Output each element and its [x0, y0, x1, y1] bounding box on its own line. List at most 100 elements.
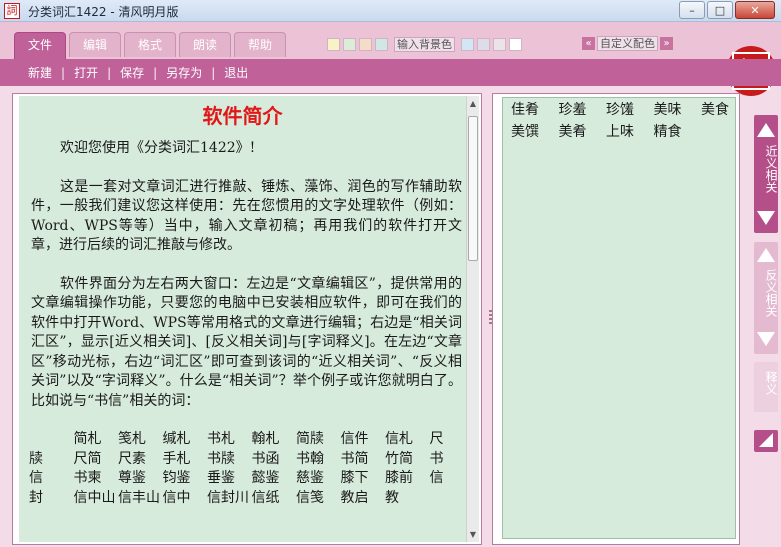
related-word[interactable]: 美馔	[511, 121, 559, 143]
definition-tab[interactable]: 释义	[754, 362, 778, 412]
related-word[interactable]: 佳肴	[511, 99, 559, 121]
word-cell: 缄札	[162, 431, 191, 447]
custom-color-button[interactable]: 自定义配色	[597, 36, 658, 51]
word-cell: 信	[429, 470, 444, 486]
ribbon: 文件 编辑 格式 朗读 帮助 输入背景色 « 自定义配色 » 詞	[0, 22, 781, 96]
app-icon[interactable]: 詞	[4, 3, 20, 19]
menu-separator: |	[153, 65, 158, 80]
related-words-list: 佳肴 珍羞 珍馐 美味 美食 美馔 美肴 上味 精食	[503, 98, 735, 143]
color-swatch[interactable]	[359, 38, 372, 51]
window-title: 分类词汇1422 - 清风明月版	[28, 5, 179, 19]
close-button[interactable]: ✕	[735, 1, 775, 19]
word-cell: 尊鉴	[118, 470, 146, 486]
file-menu-bar: 新建 | 打开 | 保存 | 另存为 | 退出	[0, 59, 781, 86]
scrollbar-thumb[interactable]	[468, 116, 478, 261]
paragraph-intro: 这是一套对文章词汇进行推敲、锤炼、藻饰、润色的写作辅助软件，一般我们建议您这样使…	[31, 178, 462, 254]
word-cell: 信丰山	[118, 489, 160, 506]
synonym-down-icon[interactable]	[757, 211, 775, 225]
minimize-button[interactable]: –	[679, 1, 705, 19]
custom-color-next-button[interactable]: »	[660, 37, 673, 50]
related-word-grid: 简札 笺札 缄札 书札 翰札 简牍 信件 信札 尺 牍 尺简 尺素 手札 书牍 …	[19, 430, 466, 508]
word-cell: 钧鉴	[162, 470, 191, 486]
related-word[interactable]: 上味	[606, 121, 654, 143]
article-editor[interactable]: 软件简介 欢迎您使用《分类词汇1422》! 这是一套对文章词汇进行推敲、锤炼、藻…	[19, 96, 466, 542]
document-title: 软件简介	[202, 104, 283, 128]
corner-arrow-icon	[759, 433, 773, 447]
related-word[interactable]: 珍羞	[559, 99, 607, 121]
word-cell: 信中山	[73, 489, 116, 506]
related-word[interactable]: 珍馐	[606, 99, 654, 121]
related-words-panel: 佳肴 珍羞 珍馐 美味 美食 美馔 美肴 上味 精食	[492, 93, 740, 545]
input-background-color-button[interactable]: 输入背景色	[394, 37, 455, 52]
menu-new[interactable]: 新建	[28, 64, 52, 81]
word-cell: 信中	[162, 489, 191, 506]
word-cell: 尺	[429, 431, 444, 447]
menu-separator: |	[107, 65, 112, 80]
word-cell: 书柬	[73, 470, 102, 486]
word-cell: 书函	[251, 450, 280, 467]
word-cell: 膝下	[340, 470, 369, 486]
word-cell: 教	[385, 489, 399, 506]
tab-edit[interactable]: 编辑	[69, 32, 121, 57]
word-cell: 信封川	[207, 489, 249, 506]
window-controls: – □ ✕	[679, 1, 775, 19]
word-cell: 笺札	[118, 431, 146, 447]
color-swatch[interactable]	[375, 38, 388, 51]
ribbon-tabs: 文件 编辑 格式 朗读 帮助	[14, 32, 286, 59]
color-swatch[interactable]	[477, 38, 490, 51]
scroll-up-arrow-icon[interactable]: ▲	[467, 97, 479, 110]
antonym-down-icon[interactable]	[757, 332, 775, 346]
scroll-down-arrow-icon[interactable]: ▼	[467, 528, 479, 541]
antonym-tab[interactable]: 反义相关	[754, 242, 778, 354]
word-cell: 懿鉴	[251, 470, 280, 486]
synonym-up-icon[interactable]	[757, 123, 775, 137]
color-swatch[interactable]	[509, 38, 522, 51]
word-cell: 书札	[207, 431, 235, 447]
maximize-button[interactable]: □	[707, 1, 733, 19]
word-cell: 书	[429, 450, 444, 467]
word-cell: 信	[29, 470, 43, 486]
color-swatch[interactable]	[343, 38, 356, 51]
word-cell: 书简	[340, 450, 369, 467]
menu-save[interactable]: 保存	[120, 64, 144, 81]
word-cell: 信笺	[296, 489, 324, 506]
color-swatch[interactable]	[327, 38, 340, 51]
related-word[interactable]: 美味	[654, 99, 702, 121]
tab-read-aloud[interactable]: 朗读	[179, 32, 231, 57]
menu-separator: |	[211, 65, 216, 80]
related-words-list-area: 佳肴 珍羞 珍馐 美味 美食 美馔 美肴 上味 精食	[502, 97, 736, 539]
word-cell: 简牍	[296, 431, 324, 447]
background-color-swatches: 输入背景色	[327, 37, 522, 52]
definition-tab-label: 释义	[764, 371, 778, 395]
custom-color-control: « 自定义配色 »	[582, 36, 673, 51]
menu-open[interactable]: 打开	[74, 64, 98, 81]
menu-exit[interactable]: 退出	[224, 64, 248, 81]
menu-separator: |	[61, 65, 66, 80]
word-cell: 教启	[340, 489, 369, 506]
word-cell: 简札	[73, 431, 102, 447]
synonym-tab[interactable]: 近义相关	[754, 115, 778, 233]
word-cell: 信件	[340, 431, 369, 447]
color-swatch[interactable]	[493, 38, 506, 51]
word-cell: 信札	[385, 431, 413, 447]
paragraph-welcome: 欢迎您使用《分类词汇1422》!	[60, 140, 256, 156]
color-swatch[interactable]	[461, 38, 474, 51]
word-cell: 手札	[162, 450, 191, 467]
word-cell: 竹简	[385, 450, 413, 467]
tab-help[interactable]: 帮助	[234, 32, 286, 57]
custom-color-prev-button[interactable]: «	[582, 37, 595, 50]
related-word[interactable]: 美食	[701, 99, 749, 121]
related-word[interactable]: 精食	[654, 121, 702, 143]
editor-scrollbar[interactable]: ▲ ▼	[466, 96, 479, 542]
tab-file[interactable]: 文件	[14, 32, 66, 59]
word-cell: 膝前	[385, 470, 413, 486]
antonym-up-icon[interactable]	[757, 248, 775, 262]
word-cell: 慈鉴	[296, 470, 324, 486]
resize-corner-button[interactable]	[754, 430, 778, 452]
word-cell: 垂鉴	[207, 470, 235, 486]
tab-format[interactable]: 格式	[124, 32, 176, 57]
menu-save-as[interactable]: 另存为	[166, 64, 202, 81]
word-cell: 尺素	[118, 450, 146, 467]
related-word[interactable]: 美肴	[559, 121, 607, 143]
antonym-tab-label: 反义相关	[764, 269, 778, 317]
